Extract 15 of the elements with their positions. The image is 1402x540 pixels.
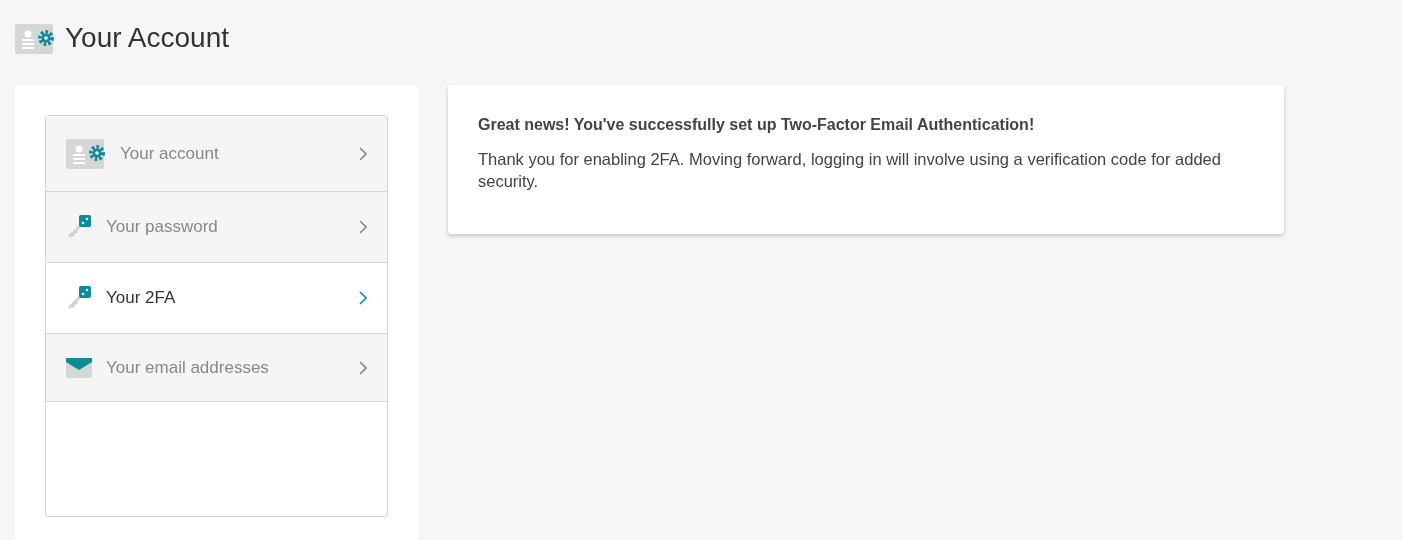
message-text: Thank you for enabling 2FA. Moving forward, logging in will involve using a verification code for added security. bbox=[478, 149, 1222, 192]
page-title: Your Account bbox=[65, 21, 229, 54]
chevron-right-icon bbox=[359, 146, 367, 161]
key-icon bbox=[66, 214, 92, 240]
menu-item[interactable]: Your email addresses bbox=[46, 334, 387, 402]
chevron-right-icon bbox=[359, 220, 367, 234]
account-settings-icon bbox=[66, 137, 106, 170]
success-heading: Great news! You've successfully set up Two-Factor Email Authentication! bbox=[478, 116, 1036, 134]
chevron-right-icon bbox=[359, 291, 367, 305]
menu-item[interactable]: Your password bbox=[46, 192, 387, 263]
menu-item[interactable]: Your account bbox=[46, 116, 387, 192]
envelope-icon bbox=[66, 357, 92, 378]
account-settings-icon bbox=[15, 23, 55, 55]
key-icon bbox=[66, 285, 92, 311]
chevron-right-icon bbox=[359, 360, 367, 375]
